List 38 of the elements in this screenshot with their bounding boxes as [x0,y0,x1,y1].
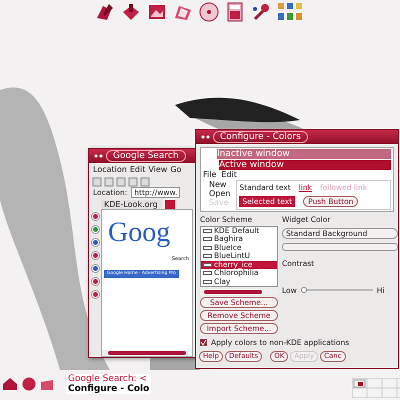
window-title: Configure - Colors [213,130,308,144]
taskbar-item[interactable]: Google Search: < [66,374,152,384]
box-icon[interactable] [40,377,54,391]
window-menu-icon[interactable] [200,133,210,141]
globe-icon[interactable] [22,377,36,391]
scrollbar[interactable] [102,350,188,356]
menu-item[interactable]: New [209,180,230,189]
active-window-title: Active window [219,160,391,170]
menu-item[interactable]: File [203,170,216,180]
logo: Goog [107,216,170,250]
scheme-swatch-icon [203,271,212,276]
scheme-swatch-icon [203,262,212,267]
menu-item[interactable]: Edit [130,165,146,175]
color-button[interactable] [282,242,398,251]
checkbox[interactable] [200,339,207,346]
menu-item[interactable]: Open [209,188,230,198]
window-menu-icon[interactable] [93,152,103,160]
browser-tab[interactable] [164,200,175,210]
menu-item[interactable]: Edit [221,170,237,180]
desktop-pager[interactable] [352,378,400,398]
scheme-swatch-icon [203,246,212,250]
taskbar-item[interactable]: Configure - Colo [66,384,152,394]
menu-item[interactable]: Location [93,165,127,175]
scheme-swatch-icon [203,228,212,233]
calculator-icon[interactable] [225,2,245,22]
scheme-swatch-icon [203,237,212,242]
menu-item[interactable]: View [148,165,168,175]
inactive-window-title: Inactive window [217,149,391,159]
menu-item[interactable]: Go [170,165,182,175]
picture-icon[interactable] [147,2,167,22]
scheme-swatch-icon [203,254,212,258]
browser-tab[interactable]: KDE-Look.org [101,200,161,210]
scheme-swatch-icon [203,280,212,284]
paint-icon[interactable] [95,2,115,22]
disc-icon[interactable] [199,2,219,22]
house-icon[interactable] [2,377,18,391]
window-title: Google Search [106,150,186,162]
slider-thumb[interactable] [300,287,307,294]
